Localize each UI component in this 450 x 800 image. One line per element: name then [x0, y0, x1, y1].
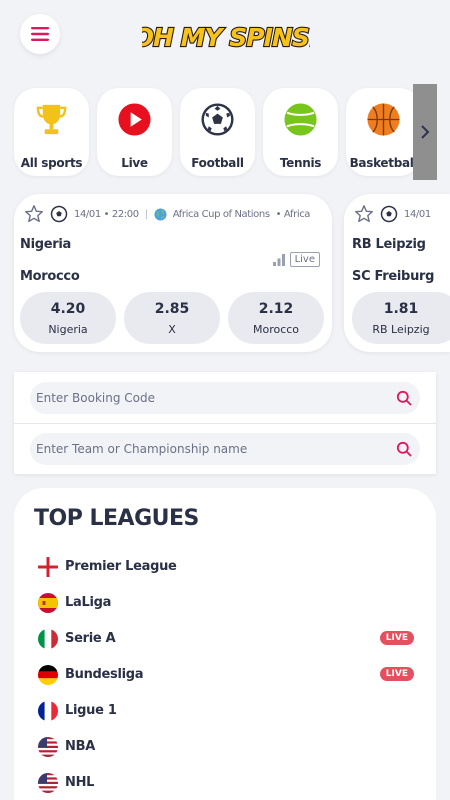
- logo-text: OH MY SPINS!: [142, 23, 310, 52]
- sport-tennis[interactable]: Tennis: [263, 88, 338, 176]
- england-flag-icon: [38, 557, 58, 577]
- sports-carousel: All sports Live Football Tennis Basketba…: [0, 84, 450, 180]
- odds-value: 2.85: [154, 301, 190, 317]
- search-panel: [14, 372, 436, 474]
- sport-football[interactable]: Football: [180, 88, 255, 176]
- trophy-icon: [36, 104, 67, 135]
- league-name: NHL: [65, 775, 95, 790]
- home-team: Nigeria: [20, 237, 71, 252]
- usa-flag-icon: [38, 773, 58, 793]
- booking-code-input[interactable]: [36, 382, 376, 414]
- star-icon[interactable]: [354, 204, 374, 224]
- sport-label: All sports: [20, 156, 83, 170]
- league-name: Premier League: [65, 559, 177, 574]
- odds-name: RB Leipzig: [372, 323, 430, 336]
- chevron-right-icon: [421, 125, 430, 139]
- carousel-next-button[interactable]: [413, 84, 437, 180]
- sport-label: Live: [121, 156, 148, 170]
- league-name: NBA: [65, 739, 95, 754]
- away-team: SC Freiburg: [352, 269, 435, 284]
- sport-label: Tennis: [279, 156, 322, 170]
- booking-code-field[interactable]: [30, 382, 420, 414]
- match-competition: Africa Cup of Nations: [172, 208, 270, 220]
- top-leagues-panel: TOP LEAGUES Premier League LaLiga Serie …: [14, 488, 436, 800]
- away-team: Morocco: [20, 269, 80, 284]
- logo[interactable]: OH MY SPINS!: [132, 18, 322, 54]
- odds-button-away[interactable]: 2.12 Morocco: [228, 292, 324, 344]
- team-search-input[interactable]: [36, 433, 376, 465]
- search-icon[interactable]: [396, 441, 412, 457]
- league-item[interactable]: Serie A LIVE: [38, 627, 414, 651]
- signal-bars-icon: [272, 253, 285, 266]
- match-card[interactable]: 14/01 RB Leipzig SC Freiburg 1.81 RB Lei…: [344, 194, 450, 352]
- league-item[interactable]: LaLiga: [38, 591, 414, 615]
- match-meta: 14/01: [354, 204, 431, 224]
- italy-flag-icon: [38, 629, 58, 649]
- sport-basketball[interactable]: Basketball: [346, 88, 421, 176]
- league-name: LaLiga: [65, 595, 112, 610]
- star-icon[interactable]: [24, 204, 44, 224]
- header: OH MY SPINS!: [0, 0, 450, 74]
- team-search-field[interactable]: [30, 433, 420, 465]
- live-tag: Live: [289, 252, 320, 267]
- spain-flag-icon: [38, 593, 58, 613]
- live-indicator: Live: [272, 252, 320, 267]
- home-team: RB Leipzig: [352, 237, 426, 252]
- league-name: Serie A: [65, 631, 116, 646]
- sport-label: Football: [191, 156, 244, 170]
- tennis-ball-icon: [284, 103, 317, 136]
- sport-all-sports[interactable]: All sports: [14, 88, 89, 176]
- odds-button-home[interactable]: 4.20 Nigeria: [20, 292, 116, 344]
- divider: [14, 423, 436, 424]
- sport-live[interactable]: Live: [97, 88, 172, 176]
- odds-value: 1.81: [383, 301, 419, 317]
- basketball-icon: [367, 103, 400, 136]
- match-datetime: 14/01: [404, 208, 431, 220]
- odds-button-home[interactable]: 1.81 RB Leipzig: [352, 292, 450, 344]
- top-leagues-title: TOP LEAGUES: [34, 506, 199, 531]
- hamburger-icon: [31, 27, 49, 41]
- league-name: Bundesliga: [65, 667, 144, 682]
- soccer-ball-icon: [380, 205, 398, 223]
- match-datetime: 14/01 • 22:00: [74, 208, 139, 220]
- germany-flag-icon: [38, 665, 58, 685]
- live-badge: LIVE: [379, 631, 414, 645]
- league-item[interactable]: Ligue 1: [38, 699, 414, 723]
- league-item[interactable]: NBA: [38, 735, 414, 759]
- soccer-ball-icon: [201, 103, 234, 136]
- league-item[interactable]: Bundesliga LIVE: [38, 663, 414, 687]
- odds-button-draw[interactable]: 2.85 X: [124, 292, 220, 344]
- match-meta: 14/01 • 22:00 | Africa Cup of Nations • …: [24, 204, 310, 224]
- usa-flag-icon: [38, 737, 58, 757]
- odds-value: 4.20: [50, 301, 86, 317]
- odds-name: X: [168, 323, 176, 336]
- match-card[interactable]: 14/01 • 22:00 | Africa Cup of Nations • …: [14, 194, 332, 352]
- play-icon: [118, 103, 151, 136]
- soccer-ball-icon: [50, 205, 68, 223]
- live-badge: LIVE: [379, 667, 414, 681]
- match-region: • Africa: [275, 208, 311, 220]
- globe-icon: [154, 207, 167, 221]
- france-flag-icon: [38, 701, 58, 721]
- league-item[interactable]: Premier League: [38, 555, 414, 579]
- league-item[interactable]: NHL: [38, 771, 414, 795]
- sport-label: Basketball: [349, 156, 418, 170]
- odds-name: Nigeria: [48, 323, 88, 336]
- league-name: Ligue 1: [65, 703, 117, 718]
- odds-name: Morocco: [252, 323, 300, 336]
- search-icon[interactable]: [396, 390, 412, 406]
- menu-button[interactable]: [20, 14, 60, 54]
- odds-value: 2.12: [258, 301, 294, 317]
